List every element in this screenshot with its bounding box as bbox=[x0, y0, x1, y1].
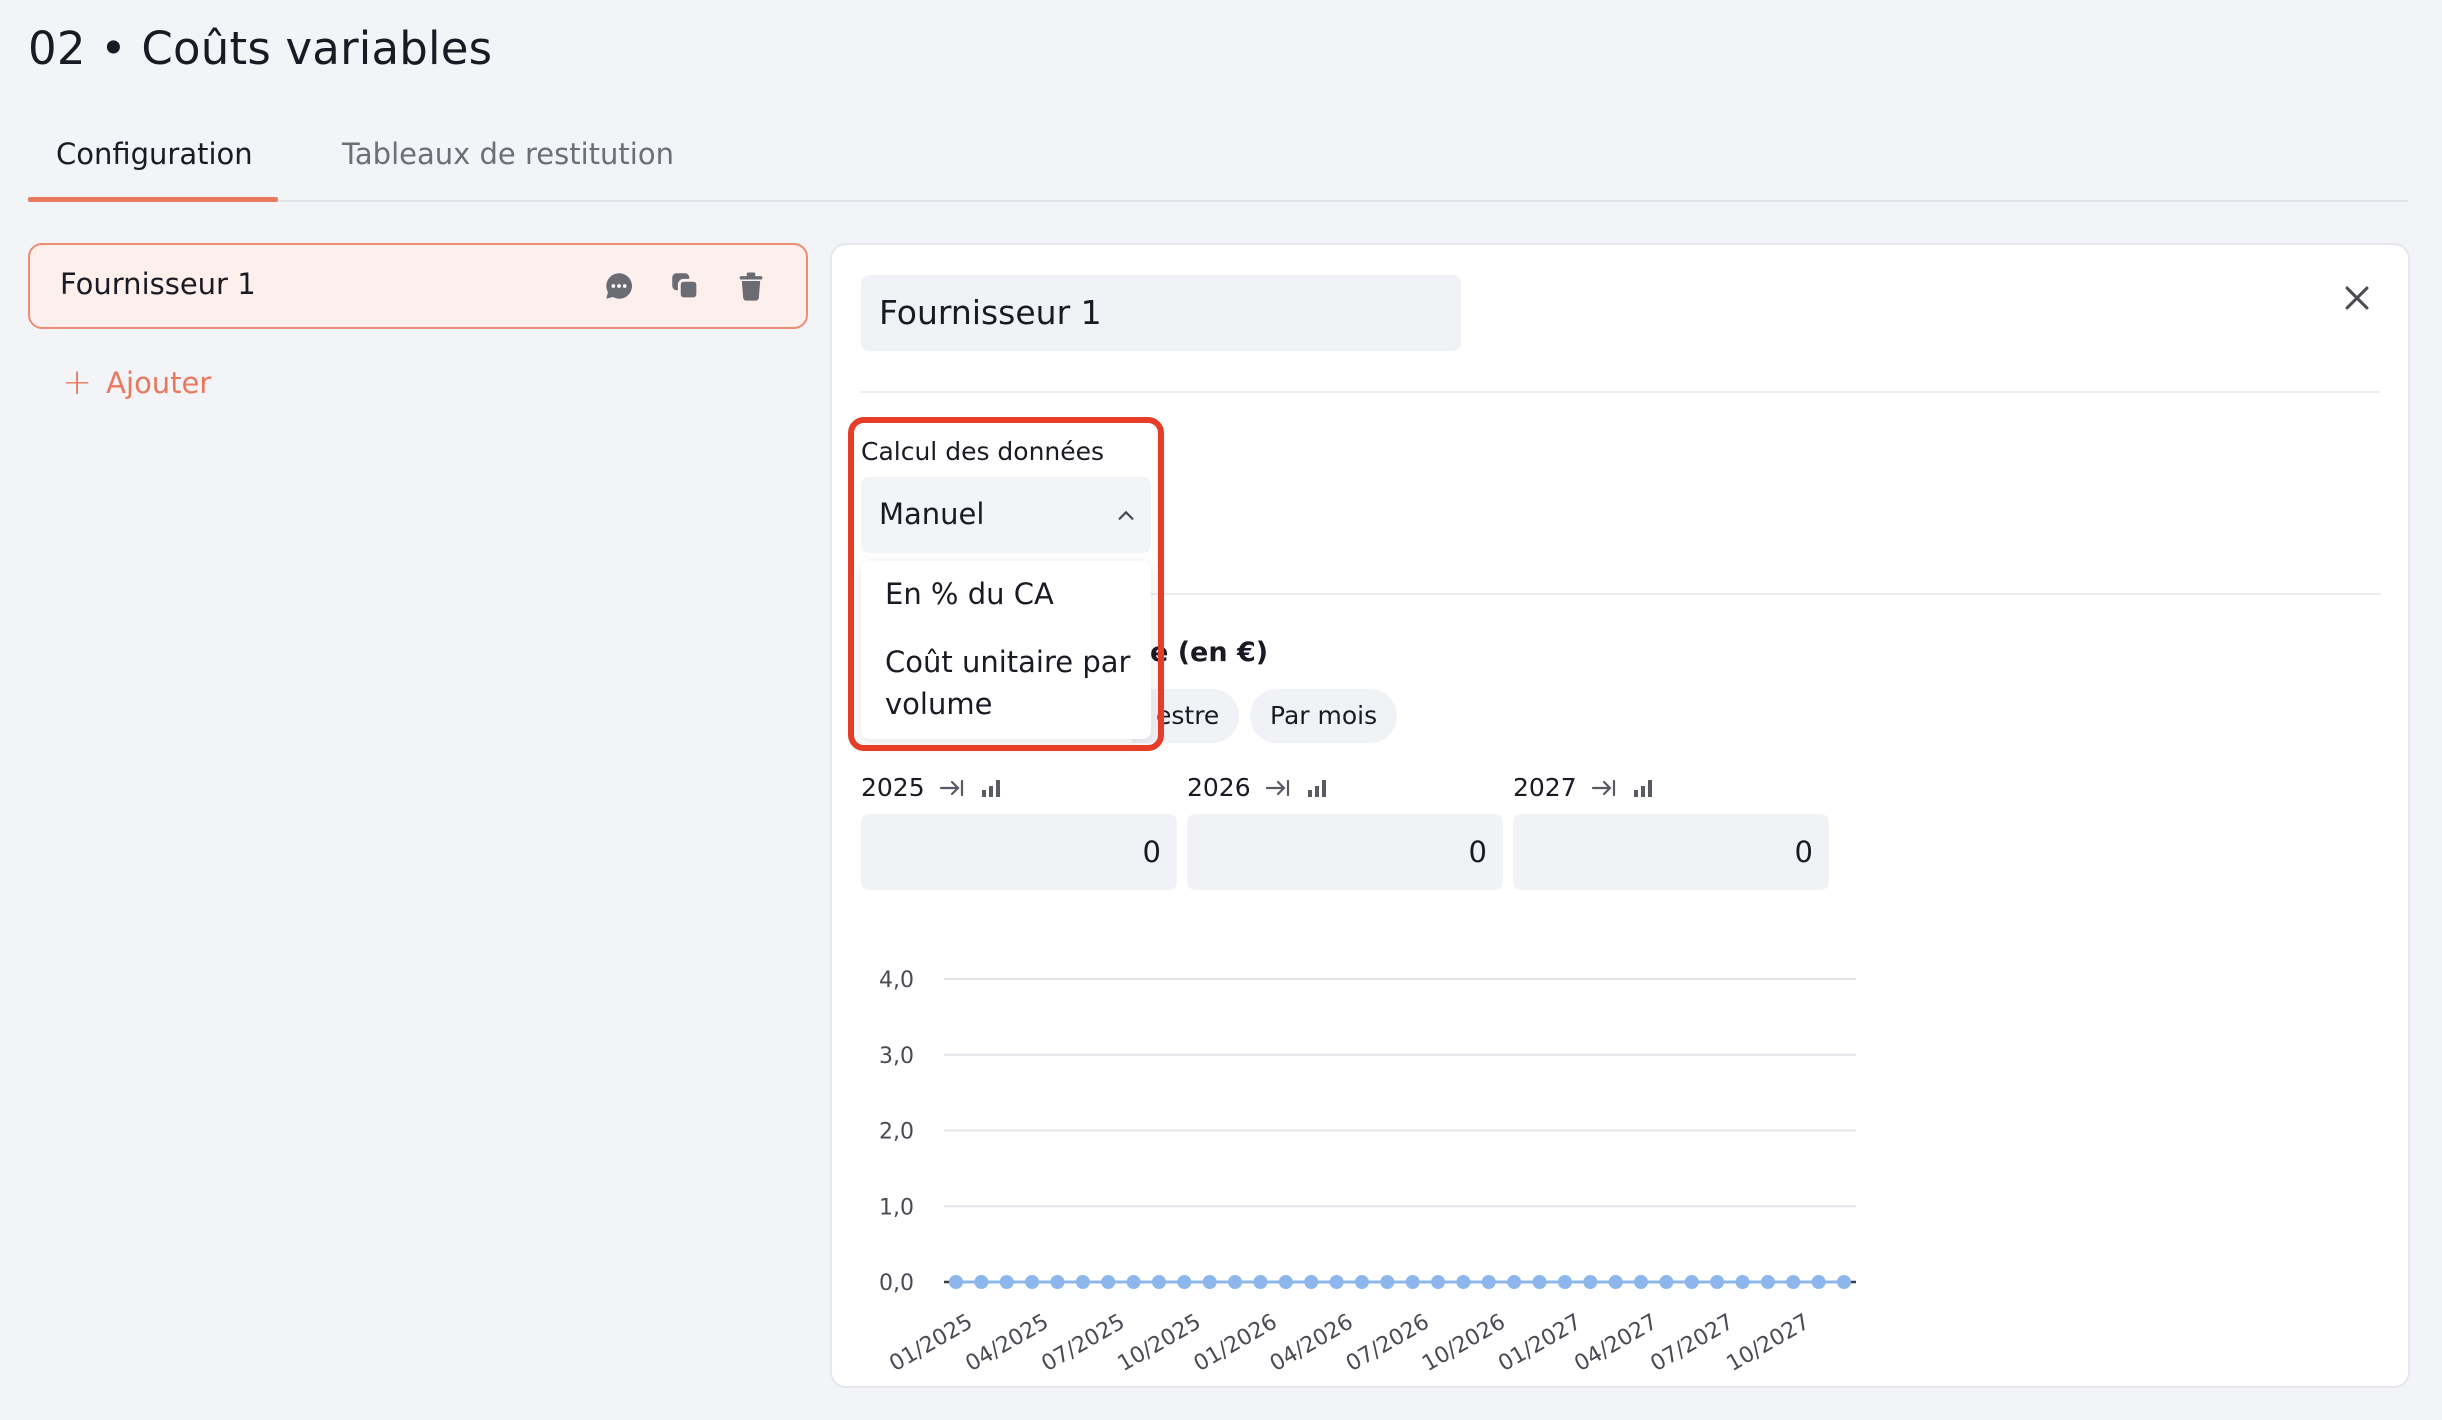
data-point bbox=[999, 1275, 1014, 1289]
data-point bbox=[974, 1275, 989, 1289]
data-point bbox=[1735, 1275, 1750, 1289]
calc-select-value: Manuel bbox=[879, 497, 985, 531]
chart-container: 4,0 3,0 2,0 1,0 0,0 01/2025 04/2025 07/2025 10/2… bbox=[832, 945, 2408, 1386]
fill-right-icon[interactable] bbox=[1265, 777, 1291, 799]
data-point bbox=[1837, 1275, 1851, 1289]
sidebar-item-fournisseur[interactable]: Fournisseur 1 bbox=[28, 243, 808, 329]
data-point bbox=[1634, 1275, 1649, 1289]
data-point bbox=[1278, 1275, 1293, 1289]
tab-configuration[interactable]: Configuration bbox=[28, 136, 281, 200]
data-point bbox=[1532, 1275, 1547, 1289]
year-input-2025[interactable]: 0 bbox=[861, 814, 1177, 890]
chevron-up-icon bbox=[1118, 510, 1134, 520]
dropdown-option-pourcentage-ca[interactable]: En % du CA bbox=[885, 573, 1054, 615]
x-tick-label: 10/2025 bbox=[1114, 1310, 1206, 1377]
trash-icon[interactable] bbox=[734, 269, 768, 303]
year-label-2027: 2027 bbox=[1513, 773, 1657, 802]
add-label: Ajouter bbox=[106, 366, 212, 400]
year-label-2026: 2026 bbox=[1187, 773, 1331, 802]
year-label-2025: 2025 bbox=[861, 773, 1005, 802]
data-point bbox=[1228, 1275, 1243, 1289]
x-tick-label: 04/2026 bbox=[1266, 1310, 1358, 1377]
data-point bbox=[1380, 1275, 1395, 1289]
x-tick-label: 04/2025 bbox=[961, 1310, 1053, 1377]
data-point bbox=[1583, 1275, 1598, 1289]
line-chart: 4,03,02,01,00,001/202504/202507/202510/2… bbox=[879, 968, 1856, 1377]
y-tick-label: 0,0 bbox=[879, 1271, 914, 1296]
y-tick-label: 1,0 bbox=[879, 1195, 914, 1220]
bar-chart-icon[interactable] bbox=[1631, 777, 1657, 799]
data-point bbox=[1608, 1275, 1623, 1289]
detail-panel: Fournisseur 1 e (en €) estre Par mois Ca… bbox=[830, 243, 2410, 1388]
section-title-fragment: e (en €) bbox=[1150, 637, 1269, 668]
data-point bbox=[1431, 1275, 1446, 1289]
divider bbox=[861, 391, 2381, 393]
data-point bbox=[1786, 1275, 1801, 1289]
year-input-2027[interactable]: 0 bbox=[1513, 814, 1829, 890]
data-point bbox=[1025, 1275, 1040, 1289]
dropdown-option-cout-unitaire[interactable]: Coût unitaire par volume bbox=[885, 641, 1145, 725]
plus-icon: + bbox=[62, 362, 93, 403]
data-point bbox=[949, 1275, 963, 1289]
data-point bbox=[1075, 1275, 1090, 1289]
x-tick-label: 07/2025 bbox=[1038, 1310, 1130, 1377]
period-chip-par-mois[interactable]: Par mois bbox=[1250, 689, 1398, 743]
data-point bbox=[1659, 1275, 1674, 1289]
x-tick-label: 10/2026 bbox=[1418, 1310, 1510, 1377]
y-tick-label: 4,0 bbox=[879, 968, 914, 993]
data-point bbox=[1456, 1275, 1471, 1289]
data-point bbox=[1405, 1275, 1420, 1289]
data-point bbox=[1354, 1275, 1369, 1289]
data-point bbox=[1811, 1275, 1826, 1289]
sidebar-item-label: Fournisseur 1 bbox=[60, 267, 256, 301]
duplicate-icon[interactable] bbox=[668, 269, 702, 303]
year-text: 2027 bbox=[1513, 773, 1577, 802]
data-point bbox=[1177, 1275, 1192, 1289]
calc-select[interactable]: Manuel bbox=[861, 477, 1151, 553]
x-tick-label: 07/2026 bbox=[1342, 1310, 1434, 1377]
data-point bbox=[1253, 1275, 1268, 1289]
data-point bbox=[1557, 1275, 1572, 1289]
x-tick-label: 04/2027 bbox=[1570, 1310, 1662, 1377]
x-tick-label: 01/2027 bbox=[1494, 1310, 1586, 1377]
x-tick-label: 01/2026 bbox=[1190, 1310, 1282, 1377]
tab-active-indicator bbox=[28, 197, 278, 202]
calc-label: Calcul des données bbox=[861, 437, 1105, 466]
year-text: 2026 bbox=[1187, 773, 1251, 802]
data-point bbox=[1126, 1275, 1141, 1289]
data-point bbox=[1684, 1275, 1699, 1289]
data-point bbox=[1760, 1275, 1775, 1289]
name-input[interactable]: Fournisseur 1 bbox=[861, 275, 1461, 351]
close-icon[interactable] bbox=[2340, 281, 2374, 315]
tab-restitution[interactable]: Tableaux de restitution bbox=[314, 136, 702, 200]
data-point bbox=[1507, 1275, 1522, 1289]
add-button[interactable]: + Ajouter bbox=[62, 362, 212, 403]
tab-bar: Configuration Tableaux de restitution bbox=[28, 118, 2408, 202]
data-point bbox=[1050, 1275, 1065, 1289]
data-point bbox=[1151, 1275, 1166, 1289]
data-point bbox=[1101, 1275, 1116, 1289]
y-tick-label: 2,0 bbox=[879, 1120, 914, 1145]
x-tick-label: 01/2025 bbox=[885, 1310, 977, 1377]
year-input-2026[interactable]: 0 bbox=[1187, 814, 1503, 890]
year-text: 2025 bbox=[861, 773, 925, 802]
calc-dropdown: En % du CA Coût unitaire par volume bbox=[861, 561, 1151, 739]
fill-right-icon[interactable] bbox=[1591, 777, 1617, 799]
data-point bbox=[1481, 1275, 1496, 1289]
data-point bbox=[1329, 1275, 1344, 1289]
x-tick-label: 07/2027 bbox=[1646, 1310, 1738, 1377]
data-point bbox=[1710, 1275, 1725, 1289]
page-title: 02 • Coûts variables bbox=[28, 22, 493, 75]
x-tick-label: 10/2027 bbox=[1723, 1310, 1815, 1377]
bar-chart-icon[interactable] bbox=[979, 777, 1005, 799]
fill-right-icon[interactable] bbox=[939, 777, 965, 799]
comment-icon[interactable] bbox=[602, 269, 636, 303]
y-tick-label: 3,0 bbox=[879, 1044, 914, 1069]
data-point bbox=[1304, 1275, 1319, 1289]
data-point bbox=[1202, 1275, 1217, 1289]
bar-chart-icon[interactable] bbox=[1305, 777, 1331, 799]
